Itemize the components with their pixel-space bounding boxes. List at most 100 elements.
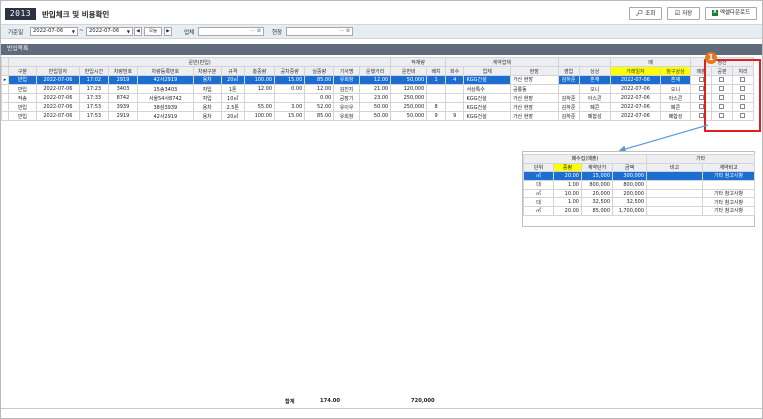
cell[interactable]: 8	[426, 102, 446, 112]
cell[interactable]: 공장기	[333, 93, 360, 103]
search-button[interactable]: 🔎︎ 조회	[629, 7, 662, 20]
cell[interactable]: 85.00	[304, 111, 335, 121]
cell[interactable]: 200,000	[611, 188, 648, 199]
table-row[interactable]: ㎥ 20.00 85,000 1,700,000 기타 참고사항	[523, 205, 756, 216]
table-row[interactable]: ㎥ 10.00 20,000 200,000 기타 참고사항	[523, 188, 756, 199]
cell[interactable]: 3.00	[274, 102, 306, 112]
table-row[interactable]: 반입 2022-07-06 17:23 3403 15송3403 자입 1톤 1…	[1, 84, 755, 94]
table-row[interactable]: 반입 2022-07-06 17:53 3939 38삼3939 용차 2.5톤…	[1, 102, 755, 112]
col-header[interactable]: 비고	[646, 162, 704, 173]
cell[interactable]: 2022-07-06	[35, 102, 80, 112]
cell[interactable]: 반입	[7, 111, 37, 121]
cell[interactable]: 오니	[659, 84, 692, 94]
cell[interactable]: 23.00	[358, 93, 392, 103]
company-lookup-clear-icon[interactable]: ⋯ ⊘	[250, 28, 261, 35]
date-to-select[interactable]: 2022-07-06 ▼	[86, 27, 133, 36]
cell[interactable]: 800,000	[611, 180, 648, 190]
col-header[interactable]: 운반비	[390, 66, 428, 76]
cell[interactable]: 1톤	[220, 84, 245, 94]
cell[interactable]: 용차	[192, 102, 222, 112]
cell[interactable]	[646, 205, 704, 216]
cell[interactable]: KGG건설	[463, 111, 511, 121]
cell[interactable]	[243, 93, 276, 103]
col-header[interactable]: 기사명	[333, 66, 360, 76]
cell[interactable]: 15,000	[581, 171, 613, 182]
cell[interactable]: 기타 참고사항	[702, 188, 756, 199]
cell[interactable]: 2022-07-06	[35, 111, 80, 121]
col-header[interactable]: 반입시간	[78, 66, 109, 76]
cell[interactable]: 4	[444, 75, 465, 85]
cell[interactable]: 아스콘	[659, 93, 692, 103]
cell[interactable]: 2022-07-06	[609, 75, 661, 85]
excel-download-button[interactable]: X 엑셀다운로드	[705, 7, 757, 20]
cell[interactable]: 20㎥	[220, 75, 245, 85]
cell[interactable]: 2022-07-06	[35, 75, 80, 85]
cell[interactable]: 250,000	[390, 93, 428, 103]
cell[interactable]: 15.00	[274, 75, 306, 85]
cell[interactable]: 용차	[192, 111, 222, 121]
today-button[interactable]: 오늘	[144, 27, 162, 36]
cell[interactable]: 20㎥	[220, 111, 245, 121]
cell[interactable]: 2919	[107, 111, 138, 121]
prev-day-button[interactable]: ◀	[134, 27, 142, 36]
col-header[interactable]: 회수	[444, 66, 465, 76]
cell[interactable]: 85,000	[581, 205, 613, 216]
cell[interactable]: 가산 현장	[509, 93, 559, 103]
col-header[interactable]: 운행거리	[358, 66, 392, 76]
table-row[interactable]: 대 1.00 800,000 800,000	[523, 180, 756, 190]
cell[interactable]: ㎥	[523, 188, 554, 199]
col-header[interactable]: 계약비고	[702, 162, 756, 173]
cell[interactable]: 12.00	[304, 84, 335, 94]
cell[interactable]: 0.00	[304, 93, 335, 103]
col-header[interactable]: 거래일자	[609, 66, 661, 76]
cell[interactable]	[646, 188, 704, 199]
col-header[interactable]: 차량구분	[192, 66, 222, 76]
cell[interactable]: 32,500	[581, 197, 613, 207]
cell[interactable]: 유이우	[333, 102, 360, 112]
cell[interactable]: 17:53	[78, 102, 109, 112]
col-header[interactable]: 배치	[426, 66, 446, 76]
cell[interactable]: 반입	[7, 84, 37, 94]
date-from-select[interactable]: 2022-07-06 ▼	[30, 27, 78, 36]
cell[interactable]: 50,000	[390, 75, 428, 85]
cell[interactable]	[444, 102, 465, 112]
cell[interactable]: 20.00	[553, 205, 582, 216]
cell[interactable]: 50,000	[390, 111, 428, 121]
cell[interactable]	[557, 84, 580, 94]
cell[interactable]: 38삼3939	[136, 102, 194, 112]
cell[interactable]: 용차	[192, 75, 222, 85]
cell[interactable]: 반입	[7, 102, 37, 112]
col-header[interactable]: 중량	[553, 162, 582, 173]
col-header[interactable]: 단위	[523, 162, 554, 173]
cell[interactable]: 17:02	[78, 75, 109, 85]
col-header[interactable]: 현장	[509, 66, 559, 76]
cell[interactable]: 서상톡수	[463, 84, 511, 94]
cell[interactable]: 8742	[107, 93, 138, 103]
cell[interactable]: KGG건설	[463, 102, 511, 112]
cell-editing[interactable]: 가산 현장	[509, 75, 559, 85]
cell[interactable]: 자입	[192, 84, 222, 94]
cell[interactable]: 기타 참고사항	[702, 205, 756, 216]
cell[interactable]: 12.00	[358, 75, 392, 85]
cell[interactable]: 폐콘	[578, 102, 611, 112]
cell[interactable]: 15.00	[274, 111, 306, 121]
cell[interactable]: 1.00	[553, 197, 582, 207]
cell[interactable]: 20.00	[553, 171, 582, 182]
cell[interactable]: 42사2919	[136, 111, 194, 121]
col-header[interactable]: 업체	[463, 66, 511, 76]
cell[interactable]: ㎥	[523, 171, 554, 182]
table-row[interactable]: 대 1.00 32,500 32,500 기타 참고사항	[523, 197, 756, 207]
save-button[interactable]: ☑ 저장	[667, 7, 700, 20]
cell[interactable]: KGG건설	[463, 93, 511, 103]
cell[interactable]: 혼재	[578, 75, 611, 85]
cell[interactable]: 100.00	[243, 111, 276, 121]
cell[interactable]: 가산 현장	[509, 102, 559, 112]
cell[interactable]: 2022-07-06	[35, 84, 80, 94]
cell[interactable]: 1.00	[553, 180, 582, 190]
cell[interactable]: 작송	[7, 93, 37, 103]
cell[interactable]: 기타 참고사항	[702, 171, 756, 182]
cell[interactable]: 2022-07-06	[609, 84, 661, 94]
cell[interactable]: 10.00	[553, 188, 582, 199]
cell[interactable]: 2919	[107, 75, 138, 85]
cell[interactable]: 20,000	[581, 188, 613, 199]
